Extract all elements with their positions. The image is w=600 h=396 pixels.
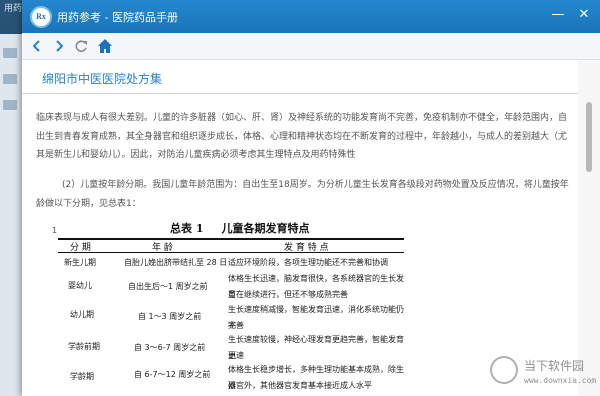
minimize-button[interactable]: —	[549, 6, 567, 24]
table-cell-age: 自胎儿娩出脐带结扎至 28 日	[124, 258, 228, 267]
divider	[22, 93, 578, 94]
close-icon: ✕	[578, 7, 590, 22]
paragraph: 临床表现与成人有很大差别。儿童的许多脏器（如心、肝、肾）及神经系统的功能发育尚不…	[36, 113, 568, 160]
title-bar: Rx 用药参考 - 医院药品手册 — ✕	[22, 0, 600, 33]
table-cell-features: 器官外，其他器官发育基本接近成人水平	[228, 381, 372, 390]
table-title-main: 儿童各期发育特点	[221, 222, 310, 235]
watermark: 当下软件园 www.downxia.com	[484, 352, 600, 396]
navigation-bar	[22, 33, 600, 60]
table-cell-age: 自 3～6-7 周岁之前	[134, 343, 206, 352]
hospital-title: 绵阳市中医医院处方集	[42, 72, 163, 86]
table-cell-age: 自 6-7～12 周岁之前	[134, 370, 211, 379]
table-cell-period: 新生儿期	[64, 258, 96, 267]
forward-button[interactable]	[50, 37, 68, 55]
minimize-icon: —	[551, 7, 565, 22]
refresh-icon	[75, 40, 87, 52]
table-title-prefix: 总表 1	[170, 222, 204, 235]
background-app-sidebar	[0, 34, 22, 396]
background-block	[3, 74, 17, 84]
table-cell-age: 自 1～3 周岁之前	[138, 312, 202, 321]
table-cell-features: 适应环境阶段，各项生理功能还不完善和协调	[228, 258, 388, 267]
watermark-url: www.downxia.com	[524, 376, 597, 385]
table-cell-period: 婴幼儿	[68, 281, 92, 290]
table-cell-period: 学龄前期	[68, 342, 100, 351]
watermark-logo-icon	[490, 356, 518, 384]
app-logo-icon: Rx	[30, 6, 52, 28]
back-button[interactable]	[28, 37, 46, 55]
close-button[interactable]: ✕	[575, 6, 593, 24]
chevron-left-icon	[32, 40, 40, 52]
background-block	[3, 48, 17, 58]
table-cell-features: 虽在继续进行，但还不够成熟完善	[228, 290, 348, 299]
window-title: 用药参考 - 医院药品手册	[57, 11, 178, 24]
home-button[interactable]	[96, 37, 114, 55]
app-window: Rx 用药参考 - 医院药品手册 — ✕ 绵阳市中医医院处方集 临床表现与成人有…	[22, 0, 600, 396]
app-logo-text: Rx	[36, 12, 46, 21]
chevron-right-icon	[56, 40, 64, 52]
vertical-scrollbar[interactable]	[578, 60, 600, 396]
document-view: 绵阳市中医医院处方集 临床表现与成人有很大差别。儿童的许多脏器（如心、肝、肾）及…	[22, 60, 578, 396]
table-title: 总表 1 儿童各期发育特点	[170, 220, 309, 236]
table-rule-header	[58, 252, 404, 253]
table-cell-period: 学龄期	[70, 372, 94, 381]
refresh-button[interactable]	[72, 37, 90, 55]
home-icon	[98, 39, 112, 53]
watermark-title: 当下软件园	[524, 359, 585, 373]
table-cell-age: 自出生后～1 周岁之前	[128, 282, 208, 291]
table-marker: 1	[52, 226, 58, 235]
table-rule-top	[58, 238, 404, 240]
table-cell-period: 幼儿期	[70, 310, 94, 319]
paragraph: (2）儿童按年龄分期。我国儿童年龄范围为：自出生至18周岁。为分析儿童生长发育各…	[36, 180, 569, 209]
scrollbar-thumb[interactable]	[586, 102, 592, 172]
background-block	[3, 100, 17, 110]
